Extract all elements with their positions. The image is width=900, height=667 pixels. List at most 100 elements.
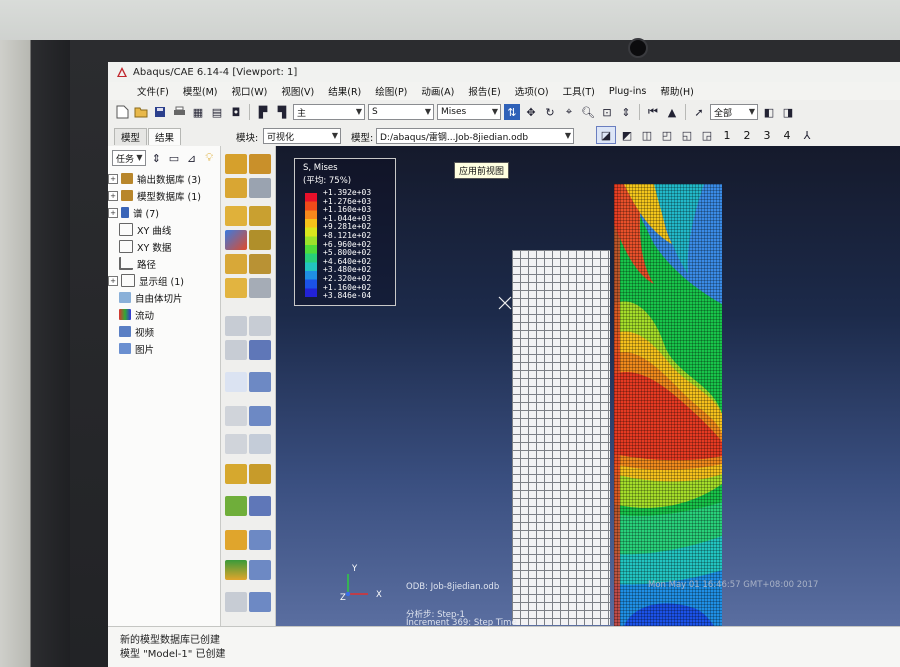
tree-item-model-db[interactable]: + 模型数据库 (1) (108, 187, 220, 204)
iso-view-2[interactable]: 2 (738, 129, 756, 142)
tree-item-stream[interactable]: 流动 (108, 306, 220, 323)
view-cut-manager-icon[interactable] (249, 464, 271, 484)
new-file-icon[interactable] (114, 104, 130, 120)
menu-model[interactable]: 模型(M) (176, 84, 225, 98)
menu-plugins[interactable]: Plug-ins (602, 86, 653, 97)
bottom-view-icon[interactable]: ◰ (658, 127, 676, 143)
bucket-icon[interactable]: ◘ (228, 104, 244, 120)
part-instance-select[interactable]: 主 ▼ (293, 104, 365, 120)
create-xy-data-icon[interactable] (225, 340, 247, 360)
grid-icon[interactable]: ▦ (190, 104, 206, 120)
color-code-icon[interactable]: ◧ (761, 104, 777, 120)
tree-item-display-group[interactable]: + 显示组 (1) (108, 272, 220, 289)
right-view-icon[interactable]: ◲ (698, 127, 716, 143)
plot-symbols-icon[interactable] (249, 178, 271, 198)
save-icon[interactable] (152, 104, 168, 120)
plot-material-icon[interactable] (225, 254, 247, 274)
step-first-icon[interactable]: ⏮ (645, 104, 661, 120)
menu-options[interactable]: 选项(O) (508, 84, 556, 98)
xy-data-manager-icon[interactable] (249, 316, 271, 336)
plot-undeformed-icon[interactable] (225, 154, 247, 174)
menu-view[interactable]: 视图(V) (274, 84, 321, 98)
menu-file[interactable]: 文件(F) (130, 84, 176, 98)
menu-tools[interactable]: 工具(T) (556, 84, 602, 98)
material-options-icon[interactable] (249, 254, 271, 274)
text-annotation-icon[interactable] (225, 592, 247, 612)
create-path-icon[interactable] (225, 372, 247, 392)
folder-icon[interactable]: ▭ (167, 150, 181, 166)
render-icon[interactable]: ◨ (780, 104, 796, 120)
triangle-icon[interactable]: ▲ (664, 104, 680, 120)
xy-plot-icon[interactable] (225, 316, 247, 336)
iso-view-4[interactable]: 4 (778, 129, 796, 142)
iso-view-3[interactable]: 3 (758, 129, 776, 142)
tree-item-path[interactable]: 路径 (108, 255, 220, 272)
tree-item-movie[interactable]: 视频 (108, 323, 220, 340)
tab-results[interactable]: 结果 (148, 128, 182, 145)
tree-item-free-body-cut[interactable]: 自由体切片 (108, 289, 220, 306)
stream-plot-icon[interactable] (225, 496, 247, 516)
invariant-select[interactable]: Mises ▼ (437, 104, 501, 120)
model-select[interactable]: D:/abaqus/雷钢...Job-8jiedian.odb ▼ (376, 128, 574, 144)
tree-item-xy-data[interactable]: XY 数据 (108, 238, 220, 255)
undeformed-mesh-part[interactable] (512, 250, 610, 625)
field-output-select[interactable]: S ▼ (368, 104, 434, 120)
tree-item-xy-curve[interactable]: XY 曲线 (108, 221, 220, 238)
filter-icon[interactable]: ⊿ (185, 150, 199, 166)
plot-deformed-icon[interactable] (249, 154, 271, 174)
auto-fit-icon[interactable]: ⇕ (618, 104, 634, 120)
animation-options-icon[interactable] (249, 560, 271, 580)
contour-options-icon[interactable] (249, 206, 271, 226)
pan-icon[interactable]: ✥ (523, 104, 539, 120)
triad-view-icon[interactable]: ⅄ (798, 127, 816, 143)
display-options-icon[interactable]: ▛ (255, 104, 271, 120)
line-graph-icon[interactable] (249, 434, 271, 454)
result-options-icon[interactable]: ▜ (274, 104, 290, 120)
menu-help[interactable]: 帮助(H) (653, 84, 701, 98)
cut-view-icon[interactable] (225, 464, 247, 484)
display-group-manager-icon[interactable] (249, 530, 271, 550)
iso-view-1[interactable]: 1 (718, 129, 736, 142)
annotation-manager-icon[interactable] (249, 592, 271, 612)
expand-icon[interactable]: + (108, 275, 118, 286)
cursor-icon[interactable]: ➚ (691, 104, 707, 120)
allow-multiple-icon[interactable] (225, 178, 247, 198)
magnify-icon[interactable]: ⌖ (561, 104, 577, 120)
menu-plot[interactable]: 绘图(P) (368, 84, 414, 98)
path-manager-icon[interactable] (249, 372, 271, 392)
box-zoom-icon[interactable]: ⊡ (599, 104, 615, 120)
sync-icon[interactable]: ⇅ (504, 104, 520, 120)
front-view-icon[interactable]: ◪ (596, 126, 616, 144)
menu-viewport[interactable]: 视口(W) (225, 84, 275, 98)
top-view-icon[interactable]: ◫ (638, 127, 656, 143)
sort-icon[interactable]: ⇕ (150, 150, 164, 166)
mises-contour-part[interactable] (614, 184, 722, 626)
xy-options-icon[interactable] (249, 340, 271, 360)
tree-item-spectrum[interactable]: + 谱 (7) (108, 204, 220, 221)
tree-item-image[interactable]: 图片 (108, 340, 220, 357)
tree-filter-select[interactable]: 任务 ▼ (112, 150, 146, 166)
module-select[interactable]: 可视化 ▼ (263, 128, 341, 144)
rotate-icon[interactable]: ↻ (542, 104, 558, 120)
contour-settings-icon[interactable] (249, 230, 271, 250)
display-group-select[interactable]: 全部 ▼ (710, 104, 758, 120)
viewport[interactable]: S, Mises (平均: 75%) +1.392e+03 +1.276e+03… (276, 146, 900, 626)
stream-manager-icon[interactable] (249, 496, 271, 516)
report-field-icon[interactable] (249, 406, 271, 426)
print-icon[interactable] (171, 104, 187, 120)
menu-result[interactable]: 结果(R) (321, 84, 368, 98)
animate-icon[interactable] (225, 560, 247, 580)
back-view-icon[interactable]: ◩ (618, 127, 636, 143)
probe-values-icon[interactable] (225, 406, 247, 426)
expand-icon[interactable]: + (108, 173, 118, 184)
expand-icon[interactable]: + (108, 190, 118, 201)
display-group-tool-icon[interactable] (225, 530, 247, 550)
contour-both-icon[interactable] (225, 230, 247, 250)
plot-contours-icon[interactable] (225, 206, 247, 226)
lightbulb-icon[interactable]: 💡︎ (202, 150, 216, 166)
menu-report[interactable]: 报告(E) (461, 84, 507, 98)
layers-icon[interactable]: ▤ (209, 104, 225, 120)
arrow-icon[interactable] (225, 434, 247, 454)
tab-model[interactable]: 模型 (114, 128, 148, 145)
tree-item-odb[interactable]: + 输出数据库 (3) (108, 170, 220, 187)
